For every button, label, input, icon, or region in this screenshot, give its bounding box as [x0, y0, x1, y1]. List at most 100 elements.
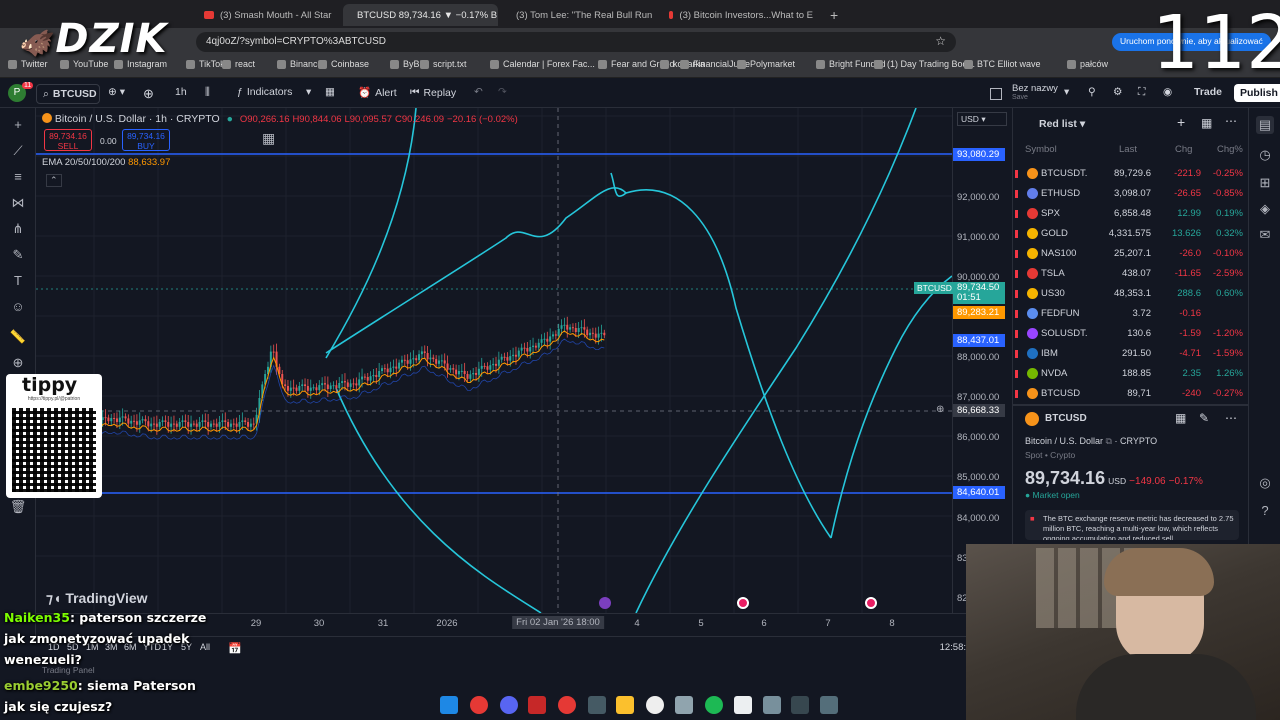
bookmark-item[interactable]: Polymarket: [737, 59, 795, 69]
text-icon[interactable]: T: [9, 272, 27, 290]
compare-button[interactable]: ⊕ ▾: [108, 86, 125, 98]
bookmark-item[interactable]: Coinbase: [318, 59, 369, 69]
object-tree-icon[interactable]: ⚲: [1088, 86, 1096, 98]
alert-button[interactable]: ⏰ Alert: [358, 86, 397, 100]
projection-icon[interactable]: ⋔: [9, 220, 27, 238]
redo-icon[interactable]: ↷: [498, 86, 507, 98]
collapse-legend-icon[interactable]: ⌃: [46, 174, 62, 187]
more-options-icon[interactable]: ⋯: [1225, 411, 1237, 425]
windows-start-icon[interactable]: [440, 696, 458, 714]
add-alert-plus-icon[interactable]: ⊕: [936, 404, 944, 415]
folder-icon[interactable]: [616, 696, 634, 714]
discord-icon[interactable]: [500, 696, 518, 714]
grid-icon[interactable]: ▦: [1175, 411, 1186, 425]
layout-name[interactable]: Bez nazwy Save: [1012, 83, 1058, 101]
fib-icon[interactable]: ≡: [9, 168, 27, 186]
brush-icon[interactable]: ✎: [9, 246, 27, 264]
browser-tab[interactable]: (3) Smash Mouth - All Star: [196, 4, 340, 26]
monitor-icon[interactable]: [763, 696, 781, 714]
browser-tab[interactable]: (3) Bitcoin Investors...What to E: [661, 4, 821, 26]
watchlist-row[interactable]: IBM 291.50 -4.71 -1.59%: [1013, 344, 1249, 364]
bookmark-item[interactable]: script.txt: [420, 59, 467, 69]
templates-icon[interactable]: ▾: [306, 86, 311, 98]
trade-button[interactable]: Trade: [1194, 86, 1222, 98]
trendline-icon[interactable]: ⟋: [9, 142, 27, 160]
watchlist-row[interactable]: NVDA 188.85 2.35 1.26%: [1013, 364, 1249, 384]
watchlist-row[interactable]: BTCUSDT. 89,729.6 -221.9 -0.25%: [1013, 164, 1249, 184]
ruler-icon[interactable]: 📏: [9, 328, 27, 346]
watchlist-title[interactable]: Red list ▾: [1039, 118, 1085, 130]
browser-app-icon[interactable]: [646, 696, 664, 714]
bookmark-item[interactable]: Binance: [277, 59, 323, 69]
us-flag-event-icon[interactable]: [737, 597, 749, 609]
app2-icon[interactable]: [734, 696, 752, 714]
app-icon[interactable]: [528, 696, 546, 714]
add-symbol-button[interactable]: ⊕: [143, 86, 154, 102]
watchlist-row[interactable]: FEDFUN 3.72 -0.16: [1013, 304, 1249, 324]
vpn-icon[interactable]: [675, 696, 693, 714]
watchlist-row[interactable]: BTCUSD 89,71 -240 -0.27%: [1013, 384, 1249, 404]
crosshair-icon[interactable]: +: [9, 116, 27, 134]
alerts-clock-icon[interactable]: ◷: [1256, 146, 1274, 164]
news-card[interactable]: ■ The BTC exchange reserve metric has dec…: [1025, 510, 1239, 540]
bookmark-item[interactable]: (1) Day Trading Boo...: [874, 59, 975, 69]
pattern-icon[interactable]: ⋈: [9, 194, 27, 212]
edit-icon[interactable]: ✎: [1199, 411, 1209, 425]
bookmark-item[interactable]: BTC Elliot wave: [964, 59, 1041, 69]
new-tab-button[interactable]: +: [822, 4, 842, 26]
publish-button[interactable]: Publish: [1234, 84, 1280, 102]
browser-tab[interactable]: (3) Tom Lee: "The Real Bull Run: [502, 4, 658, 26]
watchlist-icon[interactable]: ▤: [1256, 116, 1274, 134]
chrome-icon[interactable]: [470, 696, 488, 714]
settings-gear-icon[interactable]: ⚙: [1113, 86, 1122, 98]
target-icon[interactable]: ◎: [1256, 474, 1274, 492]
undo-icon[interactable]: ↶: [474, 86, 483, 98]
watchlist-row[interactable]: SOLUSDT. 130.6 -1.59 -1.20%: [1013, 324, 1249, 344]
bookmark-item[interactable]: TikTok: [186, 59, 225, 69]
bookmark-item[interactable]: Calendar | Forex Fac...: [490, 59, 595, 69]
zoom-icon[interactable]: ⊕: [9, 354, 27, 372]
us-flag-event-icon[interactable]: [865, 597, 877, 609]
interval-button[interactable]: 1h: [175, 86, 187, 98]
fullscreen-checkbox[interactable]: [990, 88, 1002, 100]
buy-button[interactable]: 89,734.16 BUY: [122, 129, 170, 151]
bookmark-item[interactable]: ByBit: [390, 59, 424, 69]
watchlist-layout-icon[interactable]: ▦: [1201, 116, 1212, 130]
bookmark-item[interactable]: pałców: [1067, 59, 1108, 69]
watchlist-row[interactable]: GOLD 4,331.575 13.626 0.32%: [1013, 224, 1249, 244]
watchlist-row[interactable]: ETHUSD 3,098.07 -26.65 -0.85%: [1013, 184, 1249, 204]
calendar-icon[interactable]: 📅: [228, 642, 242, 655]
chat-icon[interactable]: ✉: [1256, 226, 1274, 244]
external-link-icon[interactable]: ⧉: [1106, 436, 1112, 446]
chart-pane[interactable]: Bitcoin / U.S. Dollar · 1h · CRYPTO ● O9…: [36, 108, 952, 613]
layouts-icon[interactable]: ▦: [325, 86, 335, 98]
watchlist-row[interactable]: US30 48,353.1 288.6 0.60%: [1013, 284, 1249, 304]
trash-icon[interactable]: 🗑: [9, 498, 27, 516]
fullscreen-icon[interactable]: ⛶: [1138, 86, 1145, 99]
data-window-icon[interactable]: ⊞: [1256, 174, 1274, 192]
range-button[interactable]: All: [200, 642, 210, 652]
spotify-icon[interactable]: [705, 696, 723, 714]
layers-icon[interactable]: ◈: [1256, 200, 1274, 218]
indicators-button[interactable]: ƒ Indicators: [237, 86, 292, 98]
watchlist-row[interactable]: NAS100 25,207.1 -26.0 -0.10%: [1013, 244, 1249, 264]
layout-dropdown-icon[interactable]: ▾: [1064, 86, 1069, 98]
emoji-icon[interactable]: ☺: [9, 298, 27, 316]
event-marker-icon[interactable]: [599, 597, 611, 609]
add-symbol-icon[interactable]: +: [1177, 114, 1185, 130]
star-icon[interactable]: ☆: [935, 34, 946, 48]
obs-icon[interactable]: [558, 696, 576, 714]
symbol-search[interactable]: ⌕ BTCUSD: [36, 84, 100, 104]
grid-layout-icon[interactable]: ▦: [262, 130, 275, 147]
camera-icon[interactable]: ◉: [1163, 86, 1172, 98]
steam-icon[interactable]: [588, 696, 606, 714]
terminal-icon[interactable]: [791, 696, 809, 714]
bookmark-item[interactable]: react: [222, 59, 255, 69]
sell-button[interactable]: 89,734.16 SELL: [44, 129, 92, 151]
candles-type-button[interactable]: ⫼: [205, 86, 210, 99]
more-options-icon[interactable]: ⋯: [1225, 114, 1237, 128]
price-axis[interactable]: USD ▾ 92,000.00 91,000.00 90,000.00 88,0…: [952, 108, 1008, 613]
settings-app-icon[interactable]: [820, 696, 838, 714]
browser-tab-active[interactable]: BTCUSD 89,734.16 ▼ −0.17% B: [343, 4, 498, 26]
replay-button[interactable]: ⏮ Replay: [410, 86, 456, 99]
